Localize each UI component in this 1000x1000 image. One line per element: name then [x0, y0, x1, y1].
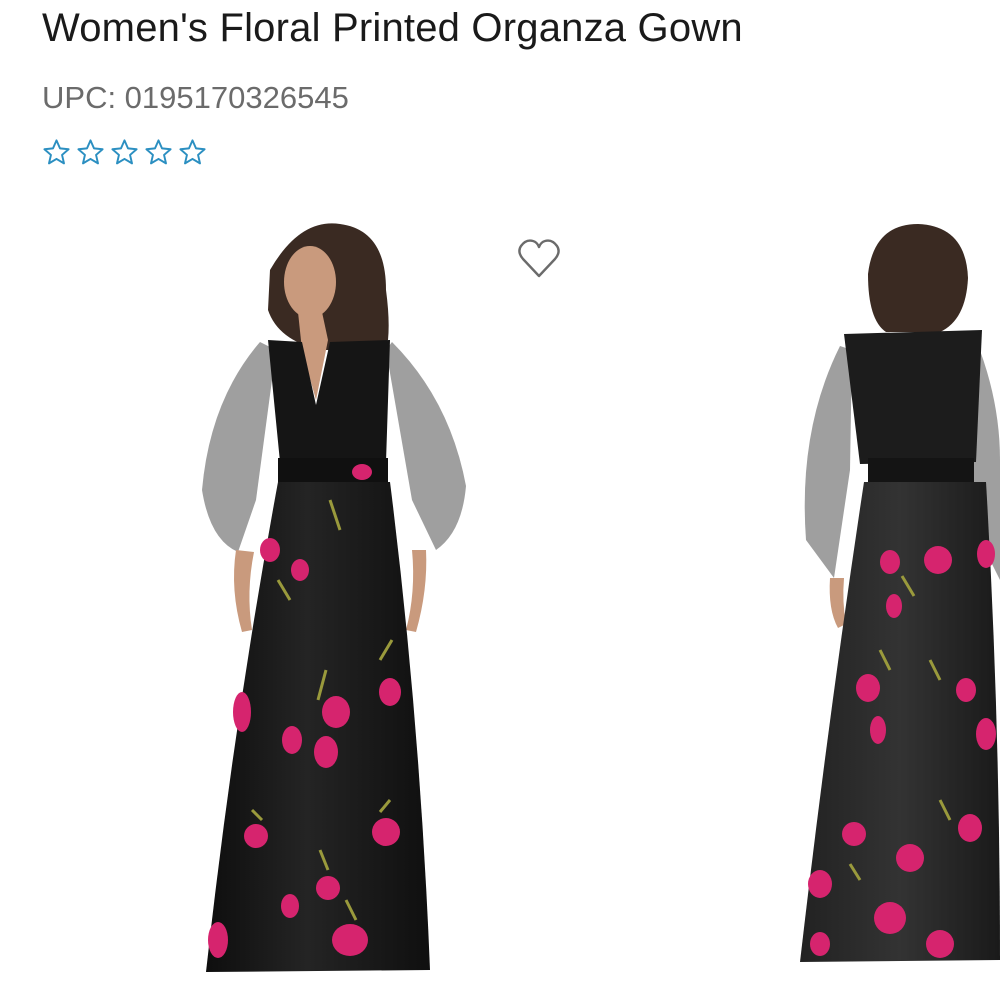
star-icon[interactable] — [110, 138, 139, 167]
favorite-button[interactable] — [515, 236, 563, 282]
product-image-front[interactable] — [150, 200, 530, 1000]
rating-stars[interactable] — [42, 138, 207, 167]
product-image-gallery[interactable] — [0, 200, 1000, 1000]
star-icon[interactable] — [178, 138, 207, 167]
star-icon[interactable] — [144, 138, 173, 167]
product-upc: UPC: 0195170326545 — [42, 80, 349, 115]
heart-outline-icon — [515, 239, 563, 286]
product-image-back[interactable] — [790, 200, 1000, 1000]
star-icon[interactable] — [42, 138, 71, 167]
star-icon[interactable] — [76, 138, 105, 167]
product-title: Women's Floral Printed Organza Gown — [42, 6, 743, 50]
